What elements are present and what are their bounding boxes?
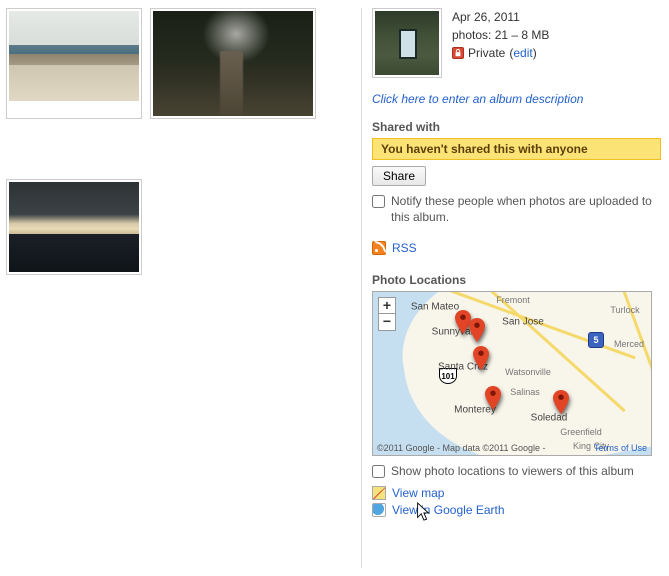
notify-label: Notify these people when photos are uplo… [391, 194, 661, 225]
map-label: Greenfield [560, 427, 602, 437]
photo-grid [6, 8, 361, 568]
map-copyright: ©2011 Google - Map data ©2011 Google - [377, 443, 546, 453]
photo-locations-title: Photo Locations [372, 273, 661, 287]
map-pin[interactable] [473, 346, 489, 370]
map-terms-link[interactable]: Terms of Use [594, 443, 647, 453]
map-pin[interactable] [485, 386, 501, 410]
rss-icon [372, 241, 386, 255]
map-zoom-control[interactable]: + − [378, 297, 396, 331]
album-description-prompt[interactable]: Click here to enter an album description [372, 92, 661, 106]
photo-thumb[interactable] [150, 8, 316, 119]
show-locations-checkbox[interactable] [372, 465, 385, 478]
photo-thumb[interactable] [6, 179, 142, 275]
map-label: San Mateo [411, 302, 459, 313]
sharing-banner: You haven't shared this with anyone [372, 138, 661, 160]
map-label: San Jose [502, 317, 544, 328]
privacy-label: Private [468, 44, 505, 62]
map-zoom-in[interactable]: + [379, 298, 395, 314]
privacy-edit-link[interactable]: edit [513, 46, 532, 60]
map-zoom-out[interactable]: − [379, 314, 395, 330]
notify-checkbox[interactable] [372, 195, 385, 208]
map-label: Salinas [510, 387, 540, 397]
google-earth-icon [372, 503, 386, 517]
map-label: Fremont [496, 295, 530, 305]
share-button[interactable]: Share [372, 166, 426, 186]
view-google-earth-link[interactable]: View in Google Earth [392, 503, 505, 517]
album-date: Apr 26, 2011 [452, 8, 661, 26]
map-label: Watsonville [505, 367, 551, 377]
album-photo-count: photos: 21 – 8 MB [452, 26, 661, 44]
map-pin[interactable] [553, 390, 569, 414]
lock-icon [452, 47, 464, 59]
map-label: Merced [614, 339, 644, 349]
map-icon [372, 486, 386, 500]
highway-5-shield: 5 [588, 332, 604, 348]
album-cover-thumb[interactable] [372, 8, 442, 78]
map-pin[interactable] [469, 318, 485, 342]
location-map[interactable]: + − 101 5 San Mateo Fremont Sunnyvale Sa… [372, 291, 652, 456]
shared-with-title: Shared with [372, 120, 661, 134]
rss-link[interactable]: RSS [392, 241, 417, 255]
photo-thumb[interactable] [6, 8, 142, 119]
show-locations-label: Show photo locations to viewers of this … [391, 464, 634, 480]
map-label: Soledad [531, 413, 568, 424]
album-sidebar: Apr 26, 2011 photos: 21 – 8 MB Private (… [361, 8, 661, 568]
map-label: Turlock [610, 305, 639, 315]
view-map-link[interactable]: View map [392, 486, 444, 500]
